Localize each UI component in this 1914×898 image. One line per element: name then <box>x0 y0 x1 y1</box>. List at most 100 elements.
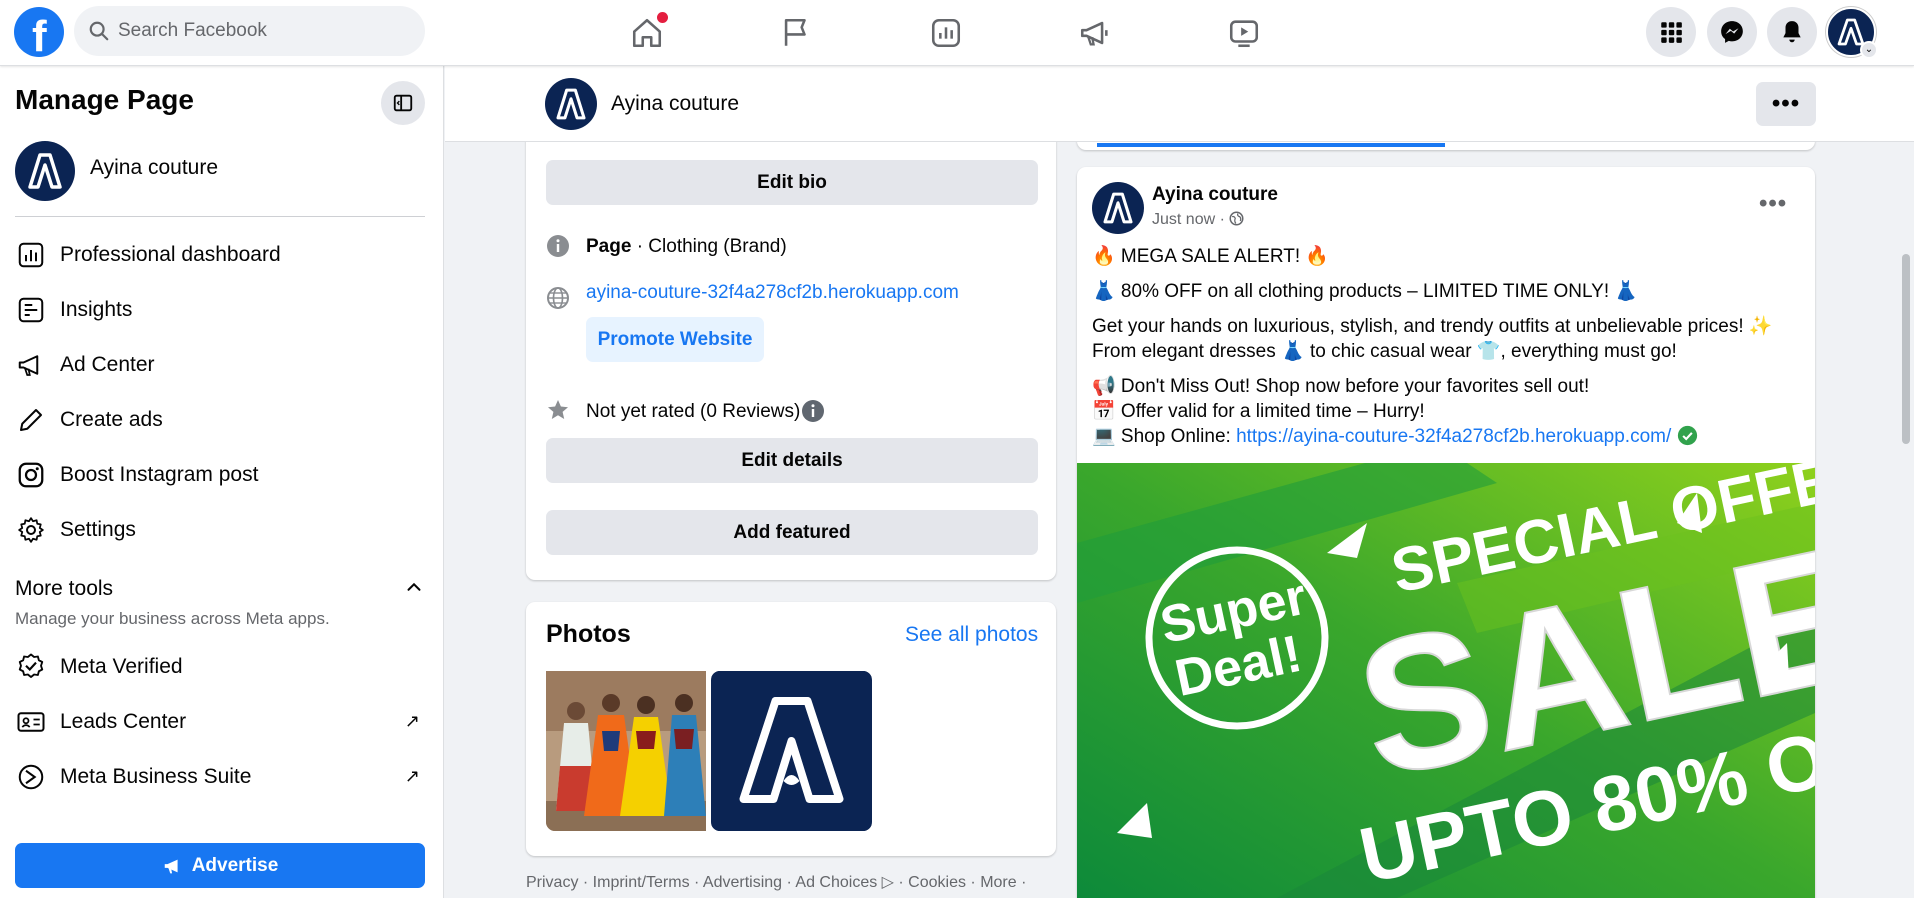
post-author-avatar[interactable] <box>1092 182 1144 234</box>
notification-dot <box>657 12 668 23</box>
account-avatar[interactable]: ⌄ <box>1826 7 1878 59</box>
messenger-icon <box>1721 21 1743 43</box>
post-text-line: 📅 Offer valid for a limited time – Hurry… <box>1092 401 1425 422</box>
page-more-button[interactable]: ••• <box>1756 82 1816 126</box>
ayina-logo-icon <box>1103 192 1133 224</box>
instagram-icon <box>18 462 44 488</box>
ayina-logo-image <box>711 671 872 831</box>
nav-video[interactable] <box>1184 8 1304 58</box>
contact-card-icon <box>17 712 45 732</box>
dashboard-icon <box>18 242 44 268</box>
sidebar-toggle-icon <box>393 94 413 112</box>
page-label: Page <box>586 236 632 257</box>
more-tools-description: Manage your business across Meta apps. <box>15 609 330 628</box>
top-navigation-bar: f ⌄ <box>0 0 1914 66</box>
promote-website-button[interactable]: Promote Website <box>586 317 764 362</box>
sidebar-item-boost-instagram[interactable]: Boost Instagram post <box>12 450 428 500</box>
footer-links[interactable]: Privacy · Imprint/Terms · Advertising · … <box>526 872 1026 892</box>
insights-icon <box>931 18 961 48</box>
sidebar-item-professional-dashboard[interactable]: Professional dashboard <box>12 230 428 280</box>
megaphone-icon <box>18 355 39 376</box>
notifications-button[interactable] <box>1767 7 1817 57</box>
more-tools-heading[interactable]: More tools <box>15 577 113 601</box>
nav-ads[interactable] <box>1035 8 1155 58</box>
sidebar-item-label: Boost Instagram post <box>60 463 259 486</box>
page-header-name: Ayina couture <box>611 92 740 115</box>
sidebar-page-switcher[interactable]: Ayina couture <box>15 136 425 202</box>
chevron-up-icon[interactable] <box>403 576 425 598</box>
collapse-sidebar-button[interactable] <box>381 81 425 125</box>
star-icon <box>548 400 568 419</box>
edit-details-button[interactable]: Edit details <box>546 438 1038 483</box>
business-suite-icon <box>18 764 44 790</box>
facebook-logo-icon[interactable]: f <box>14 7 64 61</box>
sidebar-page-name: Ayina couture <box>90 156 219 179</box>
photos-title: Photos <box>546 620 631 648</box>
post-image[interactable]: Super Deal! SPECIAL OFFER SALE UPTO 80% … <box>1077 463 1815 898</box>
post-shop-link[interactable]: https://ayina-couture-32f4a278cf2b.herok… <box>1236 426 1671 447</box>
see-all-photos-link[interactable]: See all photos <box>905 623 1038 647</box>
photo-thumbnail[interactable] <box>711 671 872 831</box>
flag-icon <box>784 18 806 46</box>
sidebar-item-insights[interactable]: Insights <box>12 285 428 335</box>
website-link[interactable]: ayina-couture-32f4a278cf2b.herokuapp.com <box>586 282 959 304</box>
nav-insights[interactable] <box>886 8 1006 58</box>
external-link-icon: ↗ <box>404 766 420 786</box>
sidebar-item-label: Settings <box>60 518 136 541</box>
group-photo-image <box>546 671 706 831</box>
page-avatar <box>15 141 75 201</box>
page-category: · Clothing (Brand) <box>631 236 787 257</box>
sidebar-item-label: Insights <box>60 298 133 321</box>
info-icon <box>547 235 569 257</box>
advertise-label: Advertise <box>191 854 279 876</box>
sidebar-item-label: Meta Business Suite <box>60 765 252 788</box>
ayina-logo-icon <box>556 88 586 120</box>
info-icon[interactable] <box>801 399 825 423</box>
sidebar-item-leads-center[interactable]: Leads Center ↗ <box>12 697 428 747</box>
external-link-icon: ↗ <box>404 711 420 731</box>
post-text-line: 👗 80% OFF on all clothing products – LIM… <box>1092 281 1639 302</box>
sidebar-item-label: Create ads <box>60 408 163 431</box>
post-author-name[interactable]: Ayina couture <box>1152 184 1278 206</box>
ayina-logo-icon <box>28 153 62 189</box>
bell-icon <box>1783 21 1801 43</box>
search-box[interactable] <box>74 6 425 56</box>
sidebar-item-meta-verified[interactable]: Meta Verified <box>12 642 428 692</box>
sidebar-item-meta-business-suite[interactable]: Meta Business Suite ↗ <box>12 752 428 802</box>
sidebar-title: Manage Page <box>15 84 194 115</box>
nav-pages[interactable] <box>736 8 856 58</box>
post-text-line: 📢 Don't Miss Out! Shop now before your f… <box>1092 376 1590 397</box>
menu-grid-icon <box>1661 22 1682 43</box>
sidebar-item-create-ads[interactable]: Create ads <box>12 395 428 445</box>
check-circle-icon <box>1677 425 1697 446</box>
sidebar-item-label: Professional dashboard <box>60 243 281 266</box>
messenger-button[interactable] <box>1707 7 1757 57</box>
chevron-down-icon: ⌄ <box>1860 41 1878 59</box>
sidebar-item-label: Ad Center <box>60 353 155 376</box>
globe-icon <box>547 287 569 309</box>
sidebar-item-ad-center[interactable]: Ad Center <box>12 340 428 390</box>
search-input[interactable] <box>118 6 408 56</box>
edit-bio-button[interactable]: Edit bio <box>546 160 1038 205</box>
active-tab-indicator <box>1097 143 1445 147</box>
nav-home[interactable] <box>587 8 707 58</box>
sale-banner-image: Super Deal! SPECIAL OFFER SALE UPTO 80% … <box>1077 463 1815 898</box>
post-text-line: 🔥 MEGA SALE ALERT! 🔥 <box>1092 246 1330 267</box>
post-more-button[interactable]: ••• <box>1759 190 1787 218</box>
post-time-text: Just now · <box>1152 211 1230 228</box>
sidebar-item-settings[interactable]: Settings <box>12 505 428 555</box>
post-timestamp[interactable]: Just now · <box>1152 211 1244 229</box>
menu-button[interactable] <box>1646 7 1696 57</box>
pencil-icon <box>20 409 42 431</box>
add-featured-button[interactable]: Add featured <box>546 510 1038 555</box>
page-category-row: Page · Clothing (Brand) <box>586 236 787 258</box>
page-scrollbar[interactable] <box>1897 66 1914 898</box>
photo-thumbnail[interactable] <box>546 671 706 831</box>
scrollbar-thumb[interactable] <box>1902 254 1910 444</box>
page-avatar[interactable] <box>545 78 597 130</box>
advertise-button[interactable]: Advertise <box>15 843 425 888</box>
sidebar-item-label: Meta Verified <box>60 655 183 678</box>
search-icon <box>89 21 109 41</box>
gear-icon <box>18 517 44 543</box>
page-header: Ayina couture ••• <box>445 66 1914 142</box>
